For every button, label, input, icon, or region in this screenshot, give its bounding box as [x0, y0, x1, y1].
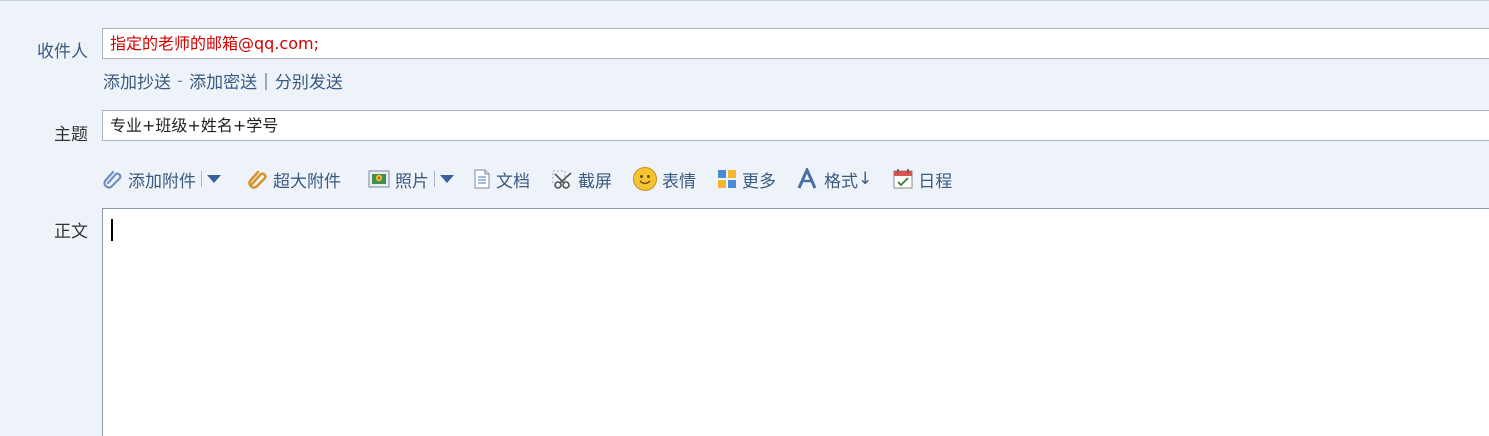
- font-a-icon: [796, 168, 824, 190]
- more-button[interactable]: 更多: [716, 167, 776, 192]
- emoji-button[interactable]: 表情: [632, 166, 696, 192]
- grid-icon: [716, 168, 742, 190]
- recipient-label: 收件人: [37, 42, 88, 62]
- subject-input[interactable]: 专业+班级+姓名+学号: [102, 110, 1489, 141]
- link-pipe: |: [263, 70, 269, 91]
- document-label: 文档: [496, 171, 530, 192]
- link-dash: -: [177, 70, 184, 91]
- body-label: 正文: [54, 222, 88, 242]
- schedule-button[interactable]: 日程: [892, 167, 952, 192]
- text-cursor: [111, 219, 113, 241]
- large-attachment-button[interactable]: 超大附件: [247, 167, 341, 192]
- add-cc-link[interactable]: 添加抄送: [103, 68, 171, 93]
- photo-label: 照片: [395, 171, 429, 192]
- body-editor[interactable]: [102, 208, 1489, 436]
- format-arrow: ↓: [858, 169, 873, 189]
- compose-toolbar: 添加附件 超大附件 照片 文档 截屏 表情 更多 格式 ↓ 日程: [102, 164, 972, 194]
- format-label: 格式: [824, 171, 858, 192]
- calendar-icon: [892, 168, 918, 190]
- more-label: 更多: [742, 171, 776, 192]
- send-separately-link[interactable]: 分别发送: [275, 68, 343, 93]
- photo-button[interactable]: 照片: [367, 167, 454, 192]
- recipient-links: 添加抄送 - 添加密送 | 分别发送: [103, 68, 343, 94]
- dropdown-caret-icon[interactable]: [207, 175, 221, 183]
- paperclip-icon: [102, 168, 128, 190]
- toolbar-divider: [434, 171, 435, 187]
- screenshot-label: 截屏: [578, 171, 612, 192]
- schedule-label: 日程: [918, 171, 953, 192]
- document-icon: [472, 168, 496, 190]
- format-button[interactable]: 格式 ↓: [796, 167, 872, 192]
- add-bcc-link[interactable]: 添加密送: [189, 68, 257, 93]
- recipient-input[interactable]: 指定的老师的邮箱@qq.com;: [102, 28, 1489, 59]
- add-attachment-label: 添加附件: [128, 171, 196, 192]
- smiley-icon: [632, 166, 662, 192]
- scissors-icon: [550, 168, 578, 190]
- large-attachment-label: 超大附件: [273, 171, 341, 192]
- photo-icon: [367, 168, 395, 190]
- emoji-label: 表情: [662, 171, 696, 192]
- toolbar-divider: [201, 171, 202, 187]
- document-button[interactable]: 文档: [472, 167, 530, 192]
- subject-label: 主题: [54, 125, 88, 145]
- screenshot-button[interactable]: 截屏: [550, 167, 612, 192]
- large-paperclip-icon: [247, 168, 273, 190]
- dropdown-caret-icon[interactable]: [440, 175, 454, 183]
- add-attachment-button[interactable]: 添加附件: [102, 167, 221, 192]
- top-divider: [0, 0, 1489, 1]
